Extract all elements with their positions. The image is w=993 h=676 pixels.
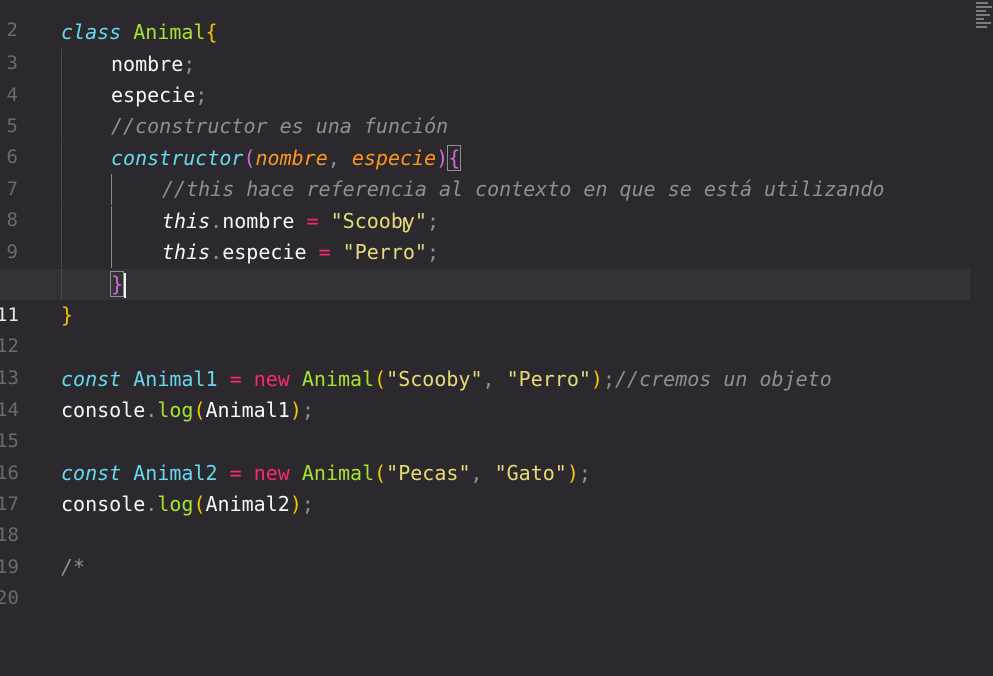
console-object: console: [61, 492, 146, 516]
keyword-class: class: [61, 20, 122, 44]
indent-guide: [61, 237, 62, 268]
code-line[interactable]: 6 //constructor es una función: [0, 111, 970, 168]
minimap[interactable]: [976, 0, 993, 40]
code-line[interactable]: 7 constructor(nombre, especie){: [0, 143, 970, 200]
indent-guide: [61, 143, 62, 174]
code-line[interactable]: 2: [0, 0, 970, 41]
indent-guide: [61, 269, 62, 300]
class-name: Animal: [301, 461, 375, 485]
string-pecas: Pecas: [398, 461, 459, 485]
class-name: Animal: [301, 367, 375, 391]
code-line[interactable]: 12 }: [0, 300, 970, 357]
comment-constructor: //constructor es una función: [111, 114, 449, 138]
text-cursor: [124, 273, 127, 298]
keyword-const: const: [61, 461, 122, 485]
keyword-this: this: [162, 240, 211, 264]
code-line[interactable]: 4 nombre;: [0, 49, 970, 106]
comment-open: /*: [61, 555, 86, 579]
indent-guide: [111, 206, 112, 237]
keyword-constructor: constructor: [111, 146, 244, 170]
comment-this: //this hace referencia al contexto en qu…: [162, 177, 885, 201]
code-line[interactable]: 16: [0, 427, 970, 484]
argument-animal2: Animal2: [205, 492, 290, 516]
string-perro: Perro: [518, 367, 579, 391]
param-especie: especie: [351, 146, 437, 170]
code-line[interactable]: 9 this.nombre = "Scooby";: [0, 206, 970, 263]
indent-guide: [111, 237, 112, 268]
console-object: console: [61, 398, 146, 422]
keyword-new: new: [253, 367, 290, 391]
variable-animal1: Animal1: [133, 367, 218, 391]
mouse-ibeam-cursor: [403, 218, 405, 232]
indent-guide: [111, 174, 112, 205]
code-line[interactable]: 10 this.especie = "Perro";: [0, 237, 970, 294]
prop-especie: especie: [222, 240, 307, 264]
code-line[interactable]: 19: [0, 521, 970, 578]
code-line[interactable]: 20 /*: [0, 552, 970, 609]
field-especie: especie: [111, 83, 196, 107]
code-line[interactable]: 15 console.log(Animal1);: [0, 395, 970, 452]
code-line[interactable]: 14 const Animal1 = new Animal("Scooby", …: [0, 364, 970, 421]
code-line[interactable]: 17 const Animal2 = new Animal("Pecas", "…: [0, 458, 970, 515]
class-name: Animal: [133, 20, 206, 44]
keyword-this: this: [162, 209, 211, 233]
variable-animal2: Animal2: [133, 461, 218, 485]
current-code-line[interactable]: 11 }: [0, 269, 970, 326]
indent-guide: [61, 111, 62, 142]
code-line[interactable]: 13: [0, 332, 970, 389]
keyword-new: new: [253, 461, 290, 485]
string-perro: Perro: [354, 240, 415, 264]
line-number: 20: [0, 587, 19, 609]
prop-nombre: nombre: [222, 209, 295, 233]
indent-guide: [61, 80, 62, 111]
string-scooby: Scooby: [398, 367, 471, 391]
log-method: log: [157, 492, 194, 516]
comment-objeto: //cremos un objeto: [615, 367, 832, 391]
argument-animal1: Animal1: [205, 398, 290, 422]
code-line[interactable]: 18 console.log(Animal2);: [0, 489, 970, 546]
code-line[interactable]: 3 class Animal{: [0, 17, 970, 74]
indent-guide: [61, 49, 62, 80]
code-editor[interactable]: 2 3 class Animal{ 4 nombre; 5 especie; 6…: [0, 0, 993, 609]
indent-guide: [61, 206, 62, 237]
indent-guide: [61, 174, 62, 205]
log-method: log: [157, 398, 194, 422]
string-gato: Gato: [506, 461, 555, 485]
field-nombre: nombre: [111, 52, 184, 76]
keyword-const: const: [61, 367, 122, 391]
param-nombre: nombre: [255, 146, 328, 170]
code-line[interactable]: 5 especie;: [0, 80, 970, 137]
code-line[interactable]: 8 //this hace referencia al contexto en …: [0, 174, 970, 231]
